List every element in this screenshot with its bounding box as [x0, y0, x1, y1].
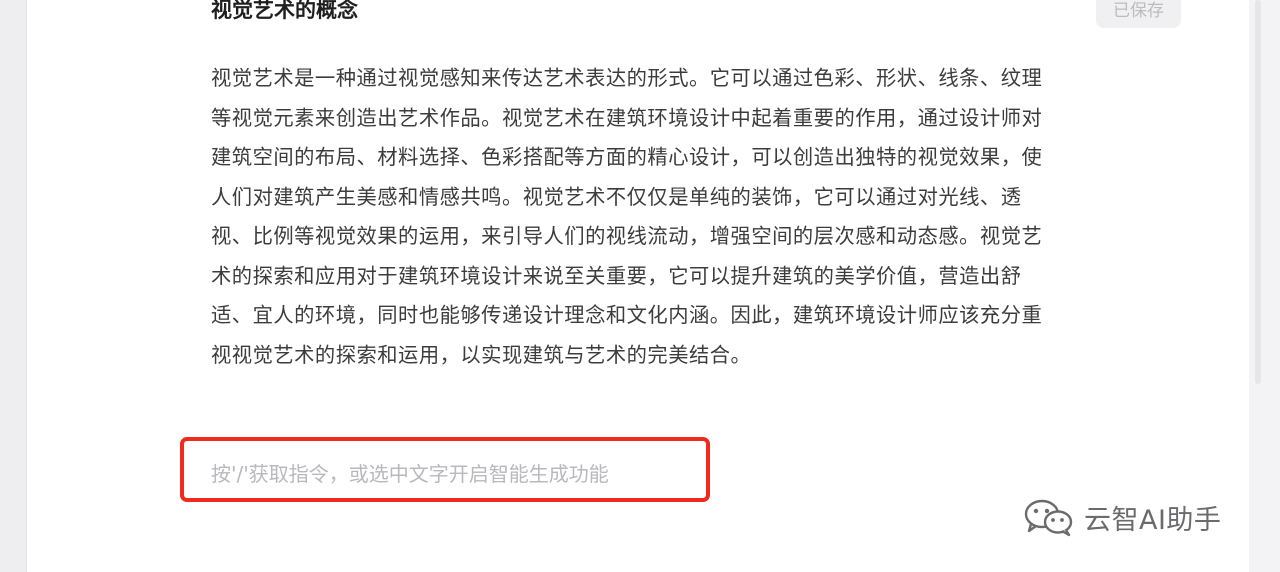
watermark: 云智AI助手 — [1022, 497, 1221, 537]
command-input-placeholder[interactable]: 按'/'获取指令，或选中文字开启智能生成功能 — [211, 456, 609, 492]
scrollbar-thumb[interactable] — [1255, 0, 1261, 384]
wechat-icon — [1022, 497, 1076, 537]
scrollbar-track[interactable] — [1249, 0, 1280, 572]
document-paragraph[interactable]: 视觉艺术是一种通过视觉感知来传达艺术表达的形式。它可以通过色彩、形状、线条、纹理… — [211, 59, 1053, 375]
save-status-badge: 已保存 — [1096, 0, 1181, 28]
document-title[interactable]: 视觉艺术的概念 — [211, 0, 358, 28]
watermark-text: 云智AI助手 — [1084, 504, 1222, 536]
